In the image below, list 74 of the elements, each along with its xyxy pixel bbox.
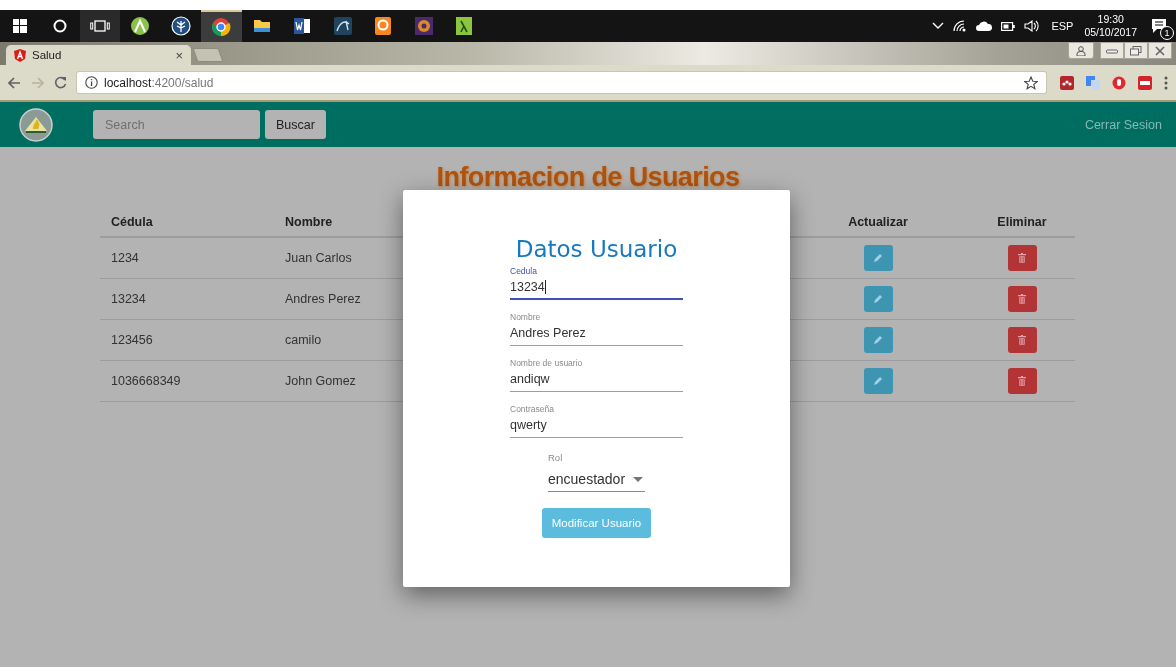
delete-button[interactable] xyxy=(1007,286,1037,312)
text-cursor xyxy=(544,280,546,294)
close-tab-button[interactable]: × xyxy=(175,47,183,63)
column-header: Cédula xyxy=(100,208,274,238)
windows-logo-icon[interactable] xyxy=(13,19,27,33)
pencil-icon xyxy=(873,335,883,345)
clock-time[interactable]: 19:30 xyxy=(1097,13,1124,26)
document-icon[interactable] xyxy=(292,16,313,36)
chevron-icon[interactable] xyxy=(932,22,945,30)
column-header: Actualizar xyxy=(825,208,931,238)
field-label: Nombre de usuario xyxy=(510,358,584,368)
search-button[interactable]: Buscar xyxy=(265,110,326,139)
page-title: Informacion de Usuarios xyxy=(435,161,741,192)
clock-date[interactable]: 05/10/2017 xyxy=(1084,26,1137,39)
logo-icon[interactable] xyxy=(19,107,53,142)
input-field[interactable]: Andres Perez xyxy=(510,325,683,346)
pdf-app-icon[interactable] xyxy=(373,16,394,36)
url-text: localhost:4200/salud xyxy=(104,75,214,90)
field-label: Nombre xyxy=(510,312,542,322)
search-icon[interactable] xyxy=(53,19,67,33)
person-icon xyxy=(1076,45,1086,56)
trash-icon xyxy=(1018,335,1026,345)
delete-button[interactable] xyxy=(1007,368,1037,394)
reload-icon[interactable] xyxy=(54,76,67,89)
extension-icon[interactable] xyxy=(1138,75,1152,90)
field-label: Cedula xyxy=(510,266,538,276)
shield-icon xyxy=(14,48,26,62)
field-label: Contraseña xyxy=(510,404,555,414)
extension-icon[interactable] xyxy=(1060,75,1074,90)
table-cell: 13234 xyxy=(100,279,274,320)
browser-icon[interactable] xyxy=(211,17,232,37)
delete-button[interactable] xyxy=(1007,245,1037,271)
role-dropdown[interactable]: encuestador xyxy=(548,472,645,492)
address-bar[interactable]: localhost:4200/salud xyxy=(77,72,1046,93)
cloud-icon[interactable] xyxy=(976,21,993,31)
table-cell: 1234 xyxy=(100,238,274,279)
profile-button[interactable] xyxy=(1068,42,1094,59)
speaker-icon[interactable] xyxy=(1024,20,1041,32)
input-field[interactable]: andiqw xyxy=(510,371,683,392)
maximize-icon xyxy=(1130,45,1142,56)
search-field[interactable]: Search xyxy=(93,110,260,139)
pencil-icon xyxy=(873,294,883,304)
back-arrow-icon[interactable] xyxy=(8,76,21,89)
dialog-title: Datos Usuario xyxy=(514,236,679,262)
more-menu-icon[interactable] xyxy=(1164,75,1168,90)
table-cell: 1036668349 xyxy=(100,361,274,402)
lambda-icon[interactable] xyxy=(454,16,475,36)
translate-icon[interactable] xyxy=(1086,75,1100,90)
info-icon xyxy=(85,76,98,89)
input-field[interactable]: qwerty xyxy=(510,417,683,438)
pencil-icon xyxy=(873,253,883,263)
pencil-icon xyxy=(873,376,883,386)
tab-title: Salud xyxy=(32,49,63,61)
wifi-icon[interactable] xyxy=(953,20,968,32)
trash-icon xyxy=(1018,253,1026,263)
star-icon[interactable] xyxy=(1024,75,1038,90)
field-label: Rol xyxy=(548,452,563,463)
trash-icon xyxy=(1018,376,1026,386)
close-icon xyxy=(1155,45,1165,56)
column-header: Eliminar xyxy=(969,208,1075,238)
tree-icon[interactable] xyxy=(170,16,191,36)
caret-icon xyxy=(633,476,644,482)
browser-tab[interactable]: Salud × xyxy=(6,45,191,65)
minimize-icon xyxy=(1106,46,1118,55)
battery-icon[interactable] xyxy=(1001,21,1016,31)
task-view-icon[interactable] xyxy=(90,20,110,32)
delete-button[interactable] xyxy=(1007,327,1037,353)
close-window-button[interactable] xyxy=(1148,42,1172,59)
language-indicator[interactable]: ESP xyxy=(1051,20,1074,32)
notification-badge: 1 xyxy=(1160,26,1174,40)
maximize-button[interactable] xyxy=(1124,42,1148,59)
trash-icon xyxy=(1018,294,1026,304)
table-cell: 123456 xyxy=(100,320,274,361)
input-field[interactable]: 13234 xyxy=(510,279,683,300)
